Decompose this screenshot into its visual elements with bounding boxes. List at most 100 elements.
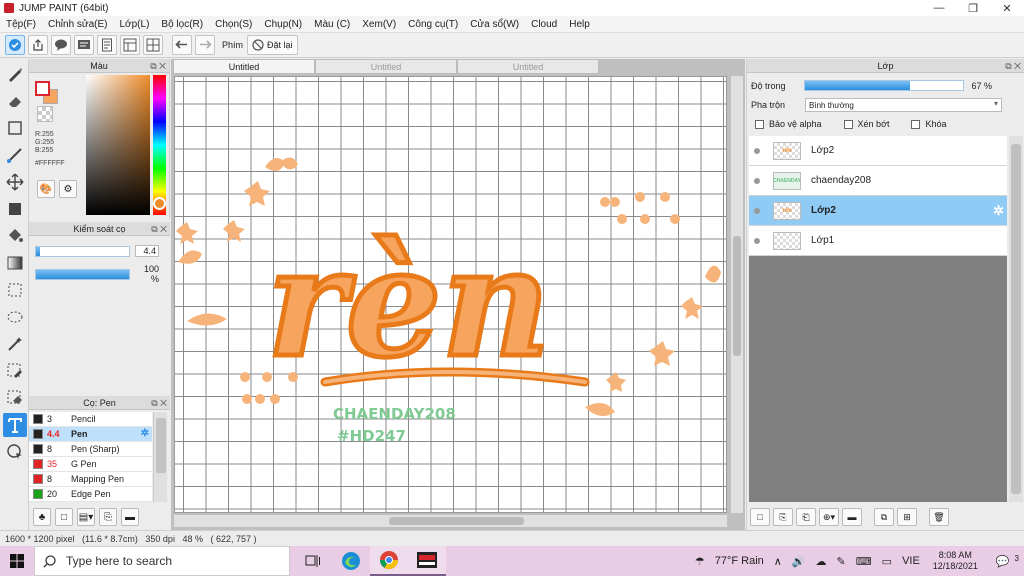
pen-row[interactable]: 8 Mapping Pen [29,472,152,487]
layout-button[interactable] [120,35,140,55]
pen-brush-settings-button[interactable]: ♣ [33,508,51,526]
canvas-vertical-scroll-thumb[interactable] [733,236,741,356]
menu-filter[interactable]: Bộ lọc(R) [155,19,209,30]
task-view-button[interactable] [294,546,332,576]
cloud-icon[interactable]: ☁ [816,555,827,568]
panel-float-close-icon[interactable]: ⧉ ✕ [151,224,167,235]
hue-slider-knob[interactable] [153,197,166,210]
clipping-checkbox[interactable]: Xén bớt [843,119,889,129]
menu-cloud[interactable]: Cloud [525,19,563,30]
tab-untitled-1[interactable]: Untitled [173,59,315,74]
color-settings-button[interactable]: ⚙ [59,180,77,198]
display-icon[interactable]: ▭ [882,555,892,568]
magic-wand-tool[interactable] [3,332,27,356]
export-button[interactable] [28,35,48,55]
protect-alpha-checkbox[interactable]: Bảo vệ alpha [755,119,822,129]
pen-workspace-icon[interactable]: ✎ [837,555,846,568]
gradient-tool[interactable] [3,251,27,275]
new-text-layer-button[interactable]: ⎘ [773,508,793,526]
operation-tool[interactable] [3,440,27,464]
select-eraser-tool[interactable] [3,386,27,410]
menu-window[interactable]: Cửa sổ(W) [464,19,525,30]
menu-tools[interactable]: Công cụ(T) [402,19,464,30]
brush-tool[interactable] [3,62,27,86]
jump-paint-taskbar-button[interactable] [408,546,446,576]
minimize-button[interactable]: — [922,0,956,16]
tab-untitled-3[interactable]: Untitled [457,59,599,74]
new-pen-button[interactable]: □ [55,508,73,526]
chevron-up-icon[interactable]: ∧ [774,555,782,568]
message-button[interactable] [74,35,94,55]
close-button[interactable]: ✕ [990,0,1024,16]
panel-float-close-icon[interactable]: ⧉ ✕ [1005,61,1021,72]
pen-options-button[interactable]: ▤▾ [77,508,95,526]
pen-row-selected[interactable]: 4.4 Pen ✲ [29,427,152,442]
menu-select[interactable]: Chọn(S) [209,19,258,30]
palette-button[interactable]: 🎨 [37,180,55,198]
input-language[interactable]: VIE [902,555,920,567]
visibility-eye-icon[interactable] [754,237,760,244]
layer-options-button[interactable]: ⊞ [897,508,917,526]
duplicate-layer-button[interactable]: ⎗ [796,508,816,526]
chrome-browser-button[interactable] [370,546,408,576]
visibility-eye-icon[interactable] [754,147,760,154]
visibility-eye-icon[interactable] [754,207,760,214]
brush-opacity-slider[interactable] [35,268,130,280]
line-tool[interactable] [3,143,27,167]
menu-view[interactable]: Xem(V) [356,19,402,30]
select-pen-tool[interactable] [3,359,27,383]
grid-button[interactable] [143,35,163,55]
start-button[interactable] [0,546,34,576]
move-tool[interactable] [3,170,27,194]
pen-row[interactable]: 35 G Pen [29,457,152,472]
layer-row-selected[interactable]: rèn Lớp2 ✲ [749,196,1007,226]
notification-center-button[interactable]: 💬 3 [991,554,1019,569]
undo-button[interactable] [172,35,192,55]
tab-untitled-2[interactable]: Untitled [315,59,457,74]
layer-row[interactable]: CHAENDAY chaenday208 [749,166,1007,196]
menu-edit[interactable]: Chỉnh sửa(E) [42,19,114,30]
fill-rect-tool[interactable] [3,197,27,221]
delete-layer-button[interactable]: 🗑 [929,508,949,526]
gear-icon[interactable]: ✲ [141,428,149,439]
layer-row[interactable]: rèn Lớp2 [749,136,1007,166]
page-button[interactable] [97,35,117,55]
new-layer-button[interactable]: □ [750,508,770,526]
blend-mode-select[interactable]: Bình thường [805,98,1003,112]
menu-file[interactable]: Tệp(F) [0,19,42,30]
layer-row[interactable]: Lớp1 [749,226,1007,256]
edge-browser-button[interactable] [332,546,370,576]
rect-select-tool[interactable] [3,278,27,302]
pen-copy-button[interactable]: ⎘ [99,508,117,526]
menu-capture[interactable]: Chụp(N) [258,19,308,30]
canvas-horizontal-scrollbar[interactable] [174,515,727,527]
layer-opacity-slider[interactable] [803,80,964,91]
gear-icon[interactable]: ✲ [993,203,1004,219]
menu-color[interactable]: Màu (C) [308,19,356,30]
speaker-icon[interactable]: 🔊 [792,555,806,568]
saturation-value-picker[interactable] [86,75,150,215]
ellipse-select-tool[interactable] [3,305,27,329]
menu-layer[interactable]: Lớp(L) [114,19,156,30]
lock-checkbox[interactable]: Khóa [911,119,947,129]
brush-size-value[interactable]: 4.4 [135,245,159,257]
merge-layer-button[interactable]: ⧉ [874,508,894,526]
hue-slider[interactable] [153,75,166,215]
taskbar-search-input[interactable]: Type here to search [34,546,290,576]
bucket-tool[interactable] [3,224,27,248]
keyboard-icon[interactable]: ⌨ [856,555,872,568]
new-folder-button[interactable]: ▬ [842,508,862,526]
text-tool[interactable] [3,413,27,437]
foreground-color-swatch[interactable] [35,81,50,96]
reset-button[interactable]: Đặt lại [247,35,298,55]
eraser-tool[interactable] [3,89,27,113]
menu-help[interactable]: Help [563,19,596,30]
pen-list-scrollbar[interactable] [153,412,167,502]
canvas-vertical-scrollbar[interactable] [731,76,743,513]
layer-list-scroll-thumb[interactable] [1011,144,1021,494]
add-layer-dropdown-button[interactable]: ⊕▾ [819,508,839,526]
pen-row[interactable]: 20 Edge Pen [29,487,152,502]
panel-float-close-icon[interactable]: ⧉ ✕ [150,61,166,72]
weather-icon[interactable]: ☂ [695,555,705,568]
maximize-button[interactable]: ❐ [956,0,990,16]
